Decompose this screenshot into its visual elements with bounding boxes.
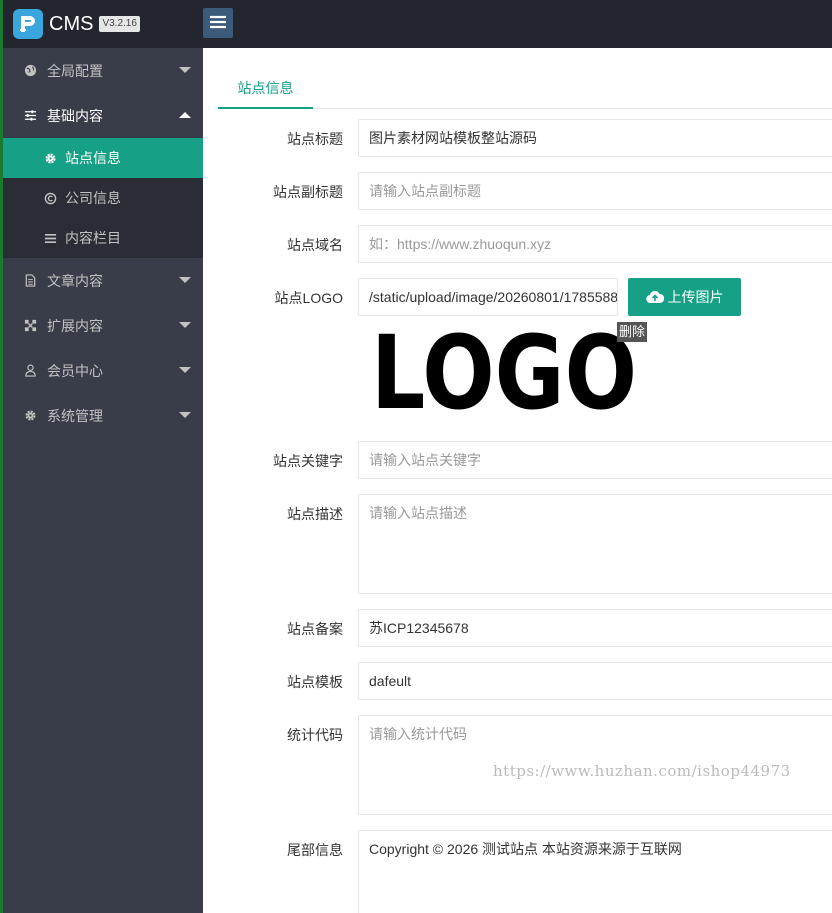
list-icon	[43, 231, 57, 245]
upload-image-button[interactable]: 上传图片	[628, 278, 741, 316]
gear-icon	[23, 409, 37, 423]
site-keywords-label: 站点关键字	[273, 453, 343, 469]
site-subtitle-input[interactable]: 请输入站点副标题	[358, 172, 832, 210]
app-logo-icon	[13, 9, 43, 39]
brand: CMS V3.2.16	[3, 0, 203, 48]
tab-site-info[interactable]: 站点信息	[218, 73, 313, 109]
site-template-label: 站点模板	[287, 674, 343, 690]
sidebar-item-label: 扩展内容	[47, 317, 103, 334]
sidebar-item-article-content[interactable]: 文章内容	[3, 258, 203, 303]
site-subtitle-label: 站点副标题	[273, 184, 343, 200]
top-bar	[203, 0, 832, 48]
gear-icon	[43, 151, 57, 165]
site-icp-input[interactable]: 苏ICP12345678	[358, 609, 832, 647]
watermark-text: https://www.huzhan.com/ishop44973	[493, 762, 791, 780]
sidebar-item-label: 公司信息	[65, 190, 121, 206]
expand-icon	[23, 319, 37, 333]
sidebar-item-label: 基础内容	[47, 107, 103, 124]
copyright-icon	[43, 191, 57, 205]
sidebar-item-label: 文章内容	[47, 272, 103, 289]
chevron-down-icon	[179, 412, 191, 418]
site-domain-label: 站点域名	[287, 237, 343, 253]
sidebar-item-member-center[interactable]: 会员中心	[3, 348, 203, 393]
tab-bar: 站点信息	[218, 73, 832, 109]
sidebar-item-label: 全局配置	[47, 62, 103, 79]
logo-preview-image: LOGO	[371, 314, 637, 433]
site-logo-input[interactable]: /static/upload/image/20260801/1785588	[358, 278, 618, 316]
sidebar-item-site-info[interactable]: 站点信息	[3, 138, 203, 178]
globe-icon	[23, 64, 37, 78]
chevron-down-icon	[179, 322, 191, 328]
cloud-upload-icon	[645, 290, 664, 304]
upload-image-label: 上传图片	[667, 289, 724, 305]
site-template-input[interactable]: dafeult	[358, 662, 832, 700]
site-icp-label: 站点备案	[287, 621, 343, 637]
site-description-textarea[interactable]: 请输入站点描述	[358, 494, 832, 594]
menu-toggle-button[interactable]	[203, 8, 233, 38]
chevron-up-icon	[179, 112, 191, 118]
sidebar-item-basic-content[interactable]: 基础内容	[3, 93, 203, 138]
sliders-icon	[23, 109, 37, 123]
site-keywords-input[interactable]: 请输入站点关键字	[358, 441, 832, 479]
site-domain-input[interactable]: 如：https://www.zhuoqun.xyz	[358, 225, 832, 263]
user-icon	[23, 364, 37, 378]
sidebar-item-content-columns[interactable]: 内容栏目	[3, 218, 203, 258]
main-content: 站点信息 站点标题 图片素材网站模板整站源码 站点副标题 请输入站点副标题 站点…	[203, 48, 832, 913]
sidebar-item-label: 站点信息	[65, 150, 121, 166]
site-description-label: 站点描述	[287, 506, 343, 522]
sidebar-item-label: 会员中心	[47, 362, 103, 379]
logo-preview-text: LOGO	[371, 330, 637, 410]
site-title-label: 站点标题	[287, 131, 343, 147]
chevron-down-icon	[179, 277, 191, 283]
sidebar: CMS V3.2.16 全局配置 基础内容 站点信息 公司信息 内容栏目 文章内…	[0, 0, 203, 913]
site-title-input[interactable]: 图片素材网站模板整站源码	[358, 119, 832, 157]
sidebar-submenu: 站点信息 公司信息 内容栏目	[3, 138, 203, 258]
hamburger-icon	[210, 15, 226, 32]
app-title: CMS	[49, 12, 94, 35]
sidebar-item-label: 内容栏目	[65, 230, 121, 246]
delete-logo-button[interactable]: 删除	[617, 322, 648, 342]
stat-code-label: 统计代码	[287, 727, 343, 743]
version-badge: V3.2.16	[99, 16, 140, 32]
sidebar-item-extended-content[interactable]: 扩展内容	[3, 303, 203, 348]
chevron-down-icon	[179, 367, 191, 373]
sidebar-item-label: 系统管理	[47, 407, 103, 424]
site-logo-label: 站点LOGO	[274, 290, 343, 306]
document-icon	[23, 274, 37, 288]
sidebar-item-system-management[interactable]: 系统管理	[3, 393, 203, 438]
footer-info-label: 尾部信息	[287, 842, 343, 858]
sidebar-item-global-config[interactable]: 全局配置	[3, 48, 203, 93]
sidebar-item-company-info[interactable]: 公司信息	[3, 178, 203, 218]
footer-info-textarea[interactable]: Copyright © 2026 测试站点 本站资源来源于互联网	[358, 830, 832, 913]
chevron-down-icon	[179, 67, 191, 73]
